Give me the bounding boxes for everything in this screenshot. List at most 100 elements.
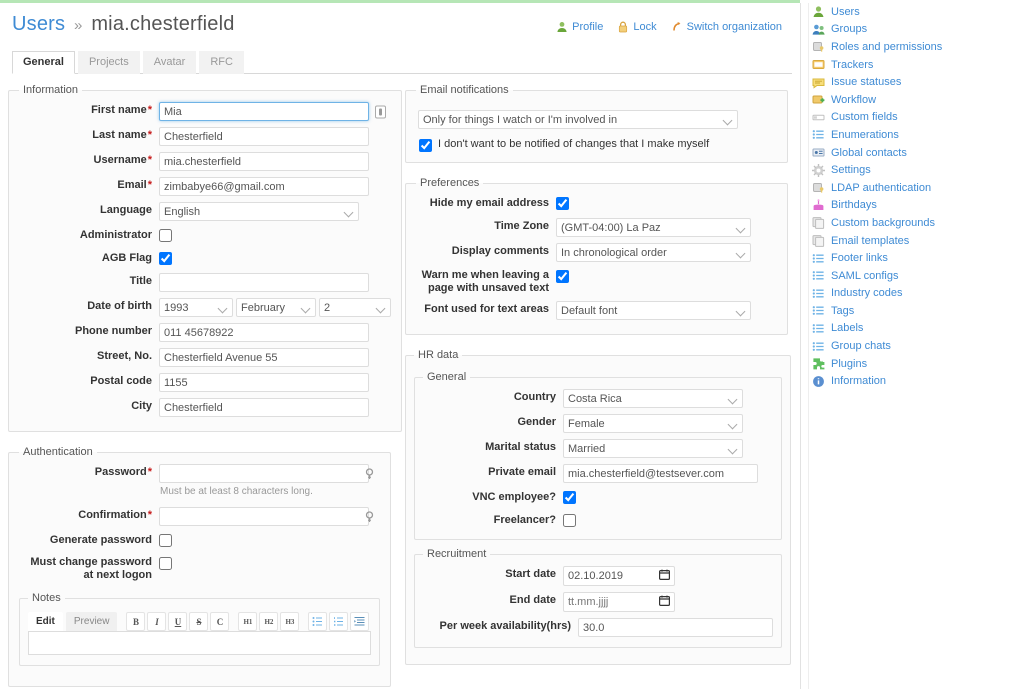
sidebar-label-email-templates[interactable]: Email templates [831, 235, 909, 247]
sidebar-item-information[interactable]: Information [812, 372, 1015, 390]
sidebar-item-trackers[interactable]: Trackers [812, 56, 1015, 74]
sidebar-label-enumerations[interactable]: Enumerations [831, 129, 899, 141]
dob-month-select[interactable]: February [236, 298, 316, 317]
sidebar-item-ldap-authentication[interactable]: LDAP authentication [812, 179, 1015, 197]
sidebar-label-custom-backgrounds[interactable]: Custom backgrounds [831, 217, 935, 229]
sidebar-label-ldap-authentication[interactable]: LDAP authentication [831, 182, 931, 194]
key-icon[interactable] [363, 467, 376, 481]
sidebar-item-saml-configs[interactable]: SAML configs [812, 267, 1015, 285]
tab-projects[interactable]: Projects [77, 51, 140, 74]
dob-day-select[interactable]: 2 [319, 298, 391, 317]
sidebar-item-global-contacts[interactable]: Global contacts [812, 144, 1015, 162]
hide-email-checkbox[interactable] [556, 197, 569, 210]
end-date-input[interactable]: tt.mm.jjjj [563, 592, 675, 612]
timezone-select[interactable]: (GMT-04:00) La Paz [556, 218, 751, 237]
administrator-checkbox[interactable] [159, 229, 172, 242]
sidebar-label-groups[interactable]: Groups [831, 23, 867, 35]
sidebar-item-groups[interactable]: Groups [812, 21, 1015, 39]
display-comments-select[interactable]: In chronological order [556, 243, 751, 262]
last-name-input[interactable] [159, 127, 369, 146]
sidebar-item-group-chats[interactable]: Group chats [812, 337, 1015, 355]
password-input[interactable] [159, 464, 369, 483]
calendar-icon[interactable] [659, 569, 671, 583]
private-email-input[interactable] [563, 464, 758, 483]
email-input[interactable] [159, 177, 369, 196]
sidebar-item-custom-backgrounds[interactable]: Custom backgrounds [812, 214, 1015, 232]
sidebar-item-workflow[interactable]: Workflow [812, 91, 1015, 109]
sidebar-label-industry-codes[interactable]: Industry codes [831, 287, 903, 299]
calendar-icon-end[interactable] [659, 595, 671, 609]
agb-flag-checkbox[interactable] [159, 252, 172, 265]
sidebar-label-trackers[interactable]: Trackers [831, 59, 873, 71]
sidebar-item-footer-links[interactable]: Footer links [812, 249, 1015, 267]
sidebar-label-group-chats[interactable]: Group chats [831, 340, 891, 352]
phone-input[interactable] [159, 323, 369, 342]
underline-icon[interactable]: U [168, 612, 188, 631]
notes-tab-edit[interactable]: Edit [28, 612, 63, 631]
availability-input[interactable] [578, 618, 773, 637]
sidebar-label-workflow[interactable]: Workflow [831, 94, 876, 106]
street-input[interactable] [159, 348, 369, 367]
italic-icon[interactable]: I [147, 612, 167, 631]
sidebar-item-birthdays[interactable]: Birthdays [812, 197, 1015, 215]
profile-link[interactable]: Profile [556, 21, 603, 33]
strikethrough-icon[interactable]: S [189, 612, 209, 631]
self-notify-checkbox[interactable] [419, 139, 432, 152]
ordered-list-icon[interactable] [329, 612, 349, 631]
heading3-icon[interactable]: H3 [280, 612, 300, 631]
confirmation-input[interactable] [159, 507, 369, 526]
sidebar-label-birthdays[interactable]: Birthdays [831, 199, 877, 211]
marital-status-select[interactable]: Married [563, 439, 743, 458]
sidebar-item-labels[interactable]: Labels [812, 320, 1015, 338]
sidebar-label-roles-and-permissions[interactable]: Roles and permissions [831, 41, 942, 53]
sidebar-item-tags[interactable]: Tags [812, 302, 1015, 320]
tab-general[interactable]: General [12, 51, 75, 74]
switch-organization-link[interactable]: Switch organization [671, 21, 782, 33]
first-name-input[interactable] [159, 102, 369, 121]
generate-password-checkbox[interactable] [159, 534, 172, 547]
indent-icon[interactable] [350, 612, 370, 631]
heading2-icon[interactable]: H2 [259, 612, 279, 631]
sidebar-item-enumerations[interactable]: Enumerations [812, 126, 1015, 144]
username-input[interactable] [159, 152, 369, 171]
title-input[interactable] [159, 273, 369, 292]
freelancer-checkbox[interactable] [563, 514, 576, 527]
bold-icon[interactable]: B [126, 612, 146, 631]
sidebar-item-settings[interactable]: Settings [812, 161, 1015, 179]
sidebar-label-custom-fields[interactable]: Custom fields [831, 111, 898, 123]
breadcrumb-users-link[interactable]: Users [12, 13, 65, 35]
heading1-icon[interactable]: H1 [238, 612, 258, 631]
language-select[interactable]: English [159, 202, 359, 221]
key-icon-confirmation[interactable] [363, 510, 376, 524]
sidebar-item-issue-statuses[interactable]: Issue statuses [812, 73, 1015, 91]
sidebar-label-saml-configs[interactable]: SAML configs [831, 270, 898, 282]
lock-link[interactable]: Lock [617, 21, 657, 33]
must-change-password-checkbox[interactable] [159, 557, 172, 570]
sidebar-item-plugins[interactable]: Plugins [812, 355, 1015, 373]
sidebar-item-roles-and-permissions[interactable]: Roles and permissions [812, 38, 1015, 56]
tab-avatar[interactable]: Avatar [142, 51, 197, 74]
sidebar-label-information[interactable]: Information [831, 375, 886, 387]
vnc-employee-checkbox[interactable] [563, 491, 576, 504]
unordered-list-icon[interactable] [308, 612, 328, 631]
postal-code-input[interactable] [159, 373, 369, 392]
code-icon[interactable]: C [210, 612, 230, 631]
city-input[interactable] [159, 398, 369, 417]
tab-rfc[interactable]: RFC [199, 51, 244, 74]
sidebar-label-footer-links[interactable]: Footer links [831, 252, 888, 264]
sidebar-label-labels[interactable]: Labels [831, 322, 863, 334]
sidebar-item-custom-fields[interactable]: Custom fields [812, 109, 1015, 127]
sidebar-label-issue-statuses[interactable]: Issue statuses [831, 76, 901, 88]
warn-unsaved-checkbox[interactable] [556, 270, 569, 283]
sidebar-item-users[interactable]: Users [812, 3, 1015, 21]
sidebar-label-settings[interactable]: Settings [831, 164, 871, 176]
sidebar-label-tags[interactable]: Tags [831, 305, 854, 317]
sidebar-label-plugins[interactable]: Plugins [831, 358, 867, 370]
notes-tab-preview[interactable]: Preview [65, 612, 118, 631]
email-notification-select[interactable]: Only for things I watch or I'm involved … [418, 110, 738, 129]
dob-year-select[interactable]: 1993 [159, 298, 233, 317]
sidebar-item-email-templates[interactable]: Email templates [812, 232, 1015, 250]
sidebar-label-users[interactable]: Users [831, 6, 860, 18]
sidebar-item-industry-codes[interactable]: Industry codes [812, 285, 1015, 303]
font-textareas-select[interactable]: Default font [556, 301, 751, 320]
